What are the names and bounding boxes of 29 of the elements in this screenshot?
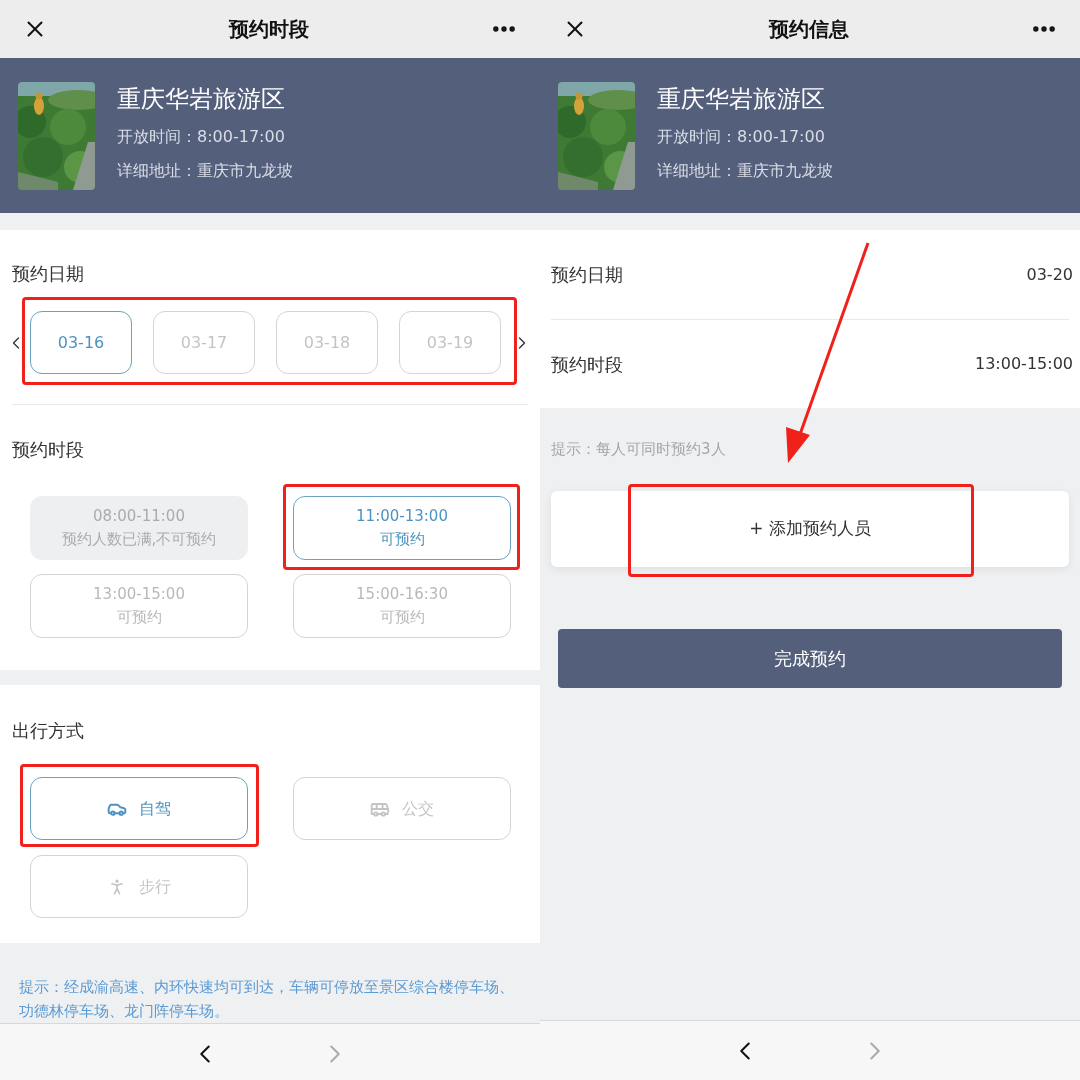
row-label: 预约日期 [551, 263, 623, 287]
date-option[interactable]: 03-19 [399, 311, 501, 374]
row-value: 13:00-15:00 [975, 353, 1073, 375]
date-option[interactable]: 03-17 [153, 311, 255, 374]
venue-name: 重庆华岩旅游区 [657, 83, 826, 115]
travel-hint: 提示：经成渝高速、内环快速均可到达，车辆可停放至景区综合楼停车场、功德林停车场、龙门阵停车场。 [19, 977, 515, 1022]
section-title: 预约日期 [12, 262, 85, 286]
opening-hours: 开放时间：8:00-17:00 [657, 125, 826, 148]
venue-name: 重庆华岩旅游区 [117, 83, 286, 115]
page-title: 预约信息 [769, 16, 849, 43]
venue-address: 详细地址：重庆市九龙坡 [657, 159, 833, 182]
submit-button[interactable]: 完成预约 [558, 628, 1062, 688]
section-title: 出行方式 [12, 719, 85, 743]
row-value: 03-20 [1026, 263, 1073, 286]
time-slot-option[interactable]: 13:00-15:00 可预约 [30, 574, 248, 638]
travel-mode-option[interactable]: 公交 [293, 777, 511, 840]
row-label: 预约时段 [551, 352, 623, 377]
travel-mode-option[interactable]: 步行 [30, 855, 248, 918]
time-slot-option[interactable]: 15:00-16:30 可预约 [293, 574, 511, 638]
opening-hours: 开放时间：8:00-17:00 [117, 125, 286, 148]
date-option[interactable]: 03-16 [30, 311, 132, 374]
time-slot-option[interactable]: 11:00-13:00 可预约 [293, 496, 511, 560]
booking-hint: 提示：每人可同时预约3人 [550, 439, 727, 460]
travel-mode-option[interactable]: 自驾 [30, 777, 248, 840]
page-title: 预约时段 [229, 16, 309, 43]
section-title: 预约时段 [12, 438, 85, 462]
venue-address: 详细地址：重庆市九龙坡 [117, 159, 293, 182]
add-person-button[interactable]: + 添加预约人员 [551, 490, 1069, 567]
date-option[interactable]: 03-18 [276, 311, 378, 374]
